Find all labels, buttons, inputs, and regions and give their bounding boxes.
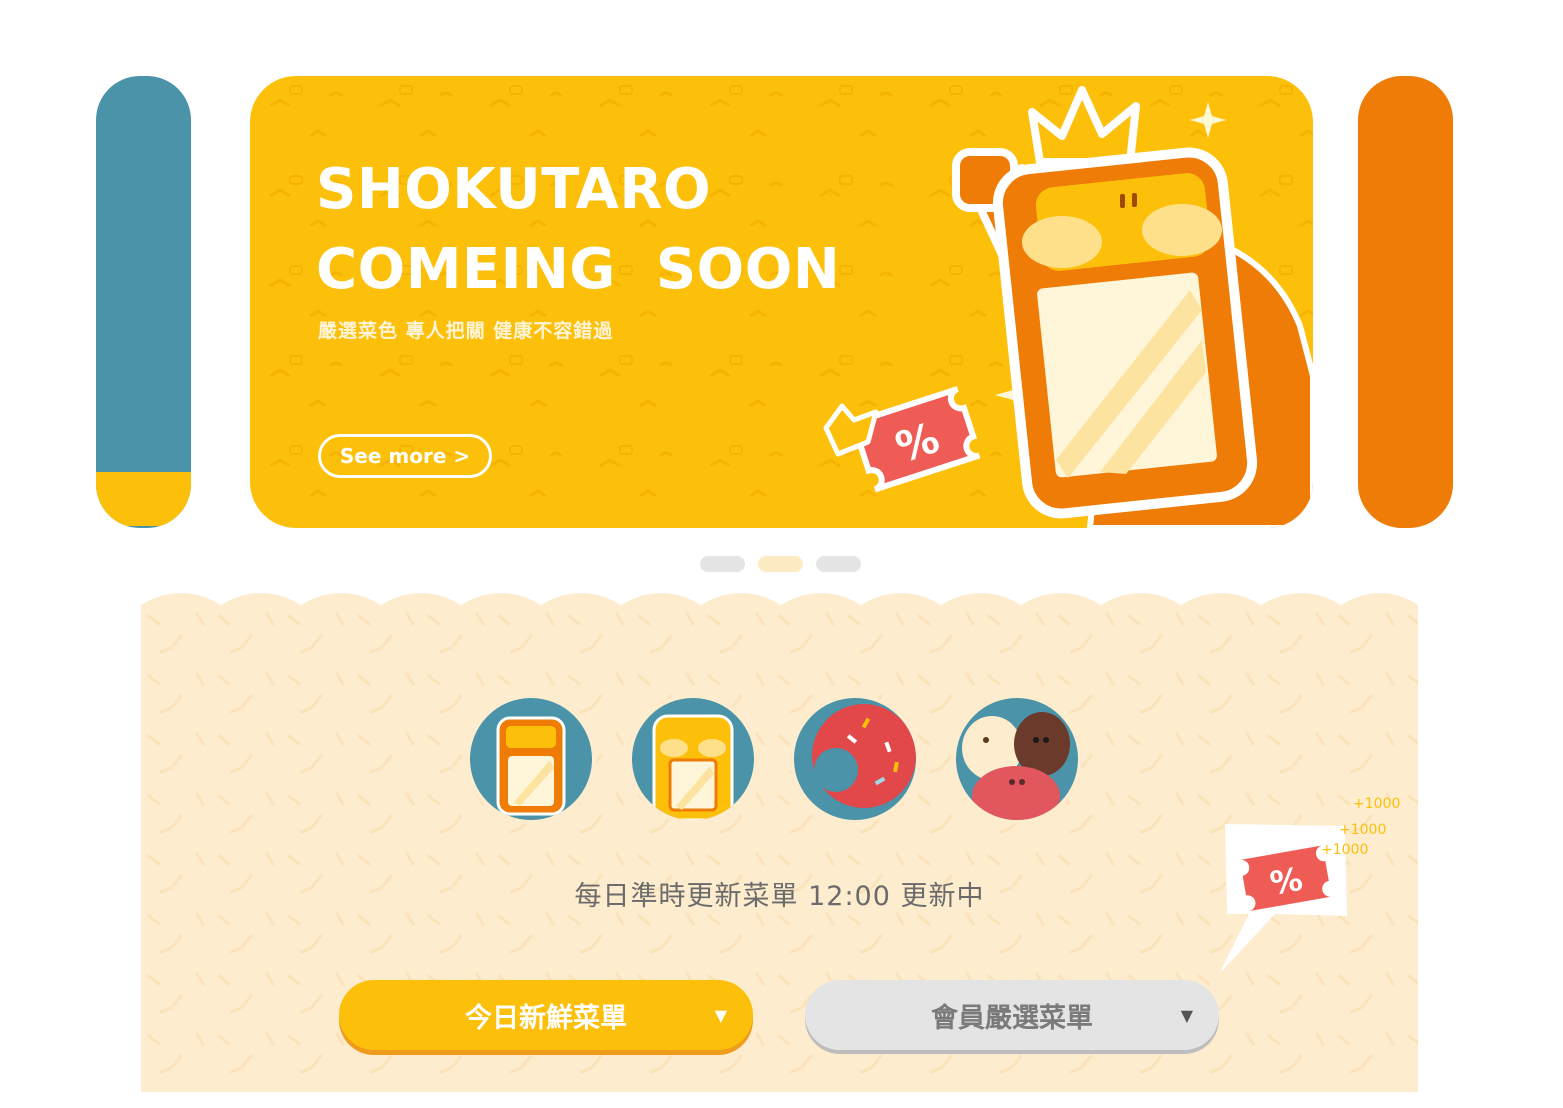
member-menu-dropdown[interactable]: 會員嚴選菜單 ▼	[805, 980, 1219, 1050]
today-menu-dropdown[interactable]: 今日新鮮菜單 ▼	[339, 980, 753, 1050]
characters-icon[interactable]	[952, 694, 1082, 824]
mascot-face-icon[interactable]	[628, 694, 758, 824]
sticker-mark-1: +1000	[1353, 796, 1400, 812]
carousel-pagination	[700, 556, 861, 572]
mascot-illustration: %	[823, 86, 1313, 528]
carousel-dot-2[interactable]	[758, 556, 803, 572]
sticker-mark-3: +1000	[1321, 842, 1368, 858]
chevron-down-icon: ▼	[1180, 1005, 1193, 1025]
carousel-dot-3[interactable]	[816, 556, 861, 572]
today-menu-label: 今日新鮮菜單	[465, 1002, 627, 1034]
coupon-sticker: % +1000 +1000 +1000	[1221, 796, 1400, 972]
chevron-down-icon: ▼	[714, 1005, 727, 1025]
menu-icon-row	[466, 694, 1082, 824]
prev-slide-card[interactable]	[96, 76, 191, 528]
sticker-percent-symbol: %	[1267, 860, 1305, 903]
banner-subtitle: 嚴選菜色 專人把關 健康不容錯過	[318, 320, 614, 342]
banner-title-line-2: COMEING SOON	[316, 237, 841, 302]
mascot-icon[interactable]	[466, 694, 596, 824]
prev-slide-stripe	[96, 472, 191, 526]
hero-banner[interactable]: SHOKUTARO COMEING SOON 嚴選菜色 專人把關 健康不容錯過 …	[250, 76, 1313, 528]
sparkle-icon	[1190, 102, 1226, 138]
donut-icon[interactable]	[790, 694, 920, 824]
crown-icon	[1028, 86, 1140, 166]
menu-section: 每日準時更新菜單 12:00 更新中 % +1000 +1000 +1000 今…	[141, 606, 1418, 1092]
member-menu-label: 會員嚴選菜單	[931, 1002, 1093, 1034]
sticker-mark-2: +1000	[1339, 822, 1386, 838]
see-more-button[interactable]: See more >	[318, 434, 492, 478]
banner-title: SHOKUTARO COMEING SOON	[316, 150, 840, 310]
scalloped-edge	[141, 593, 1418, 609]
next-slide-card[interactable]	[1358, 76, 1453, 528]
carousel-dot-1[interactable]	[700, 556, 745, 572]
coupon-ticket-icon: %	[852, 386, 981, 493]
banner-title-line-1: SHOKUTARO	[316, 157, 712, 222]
